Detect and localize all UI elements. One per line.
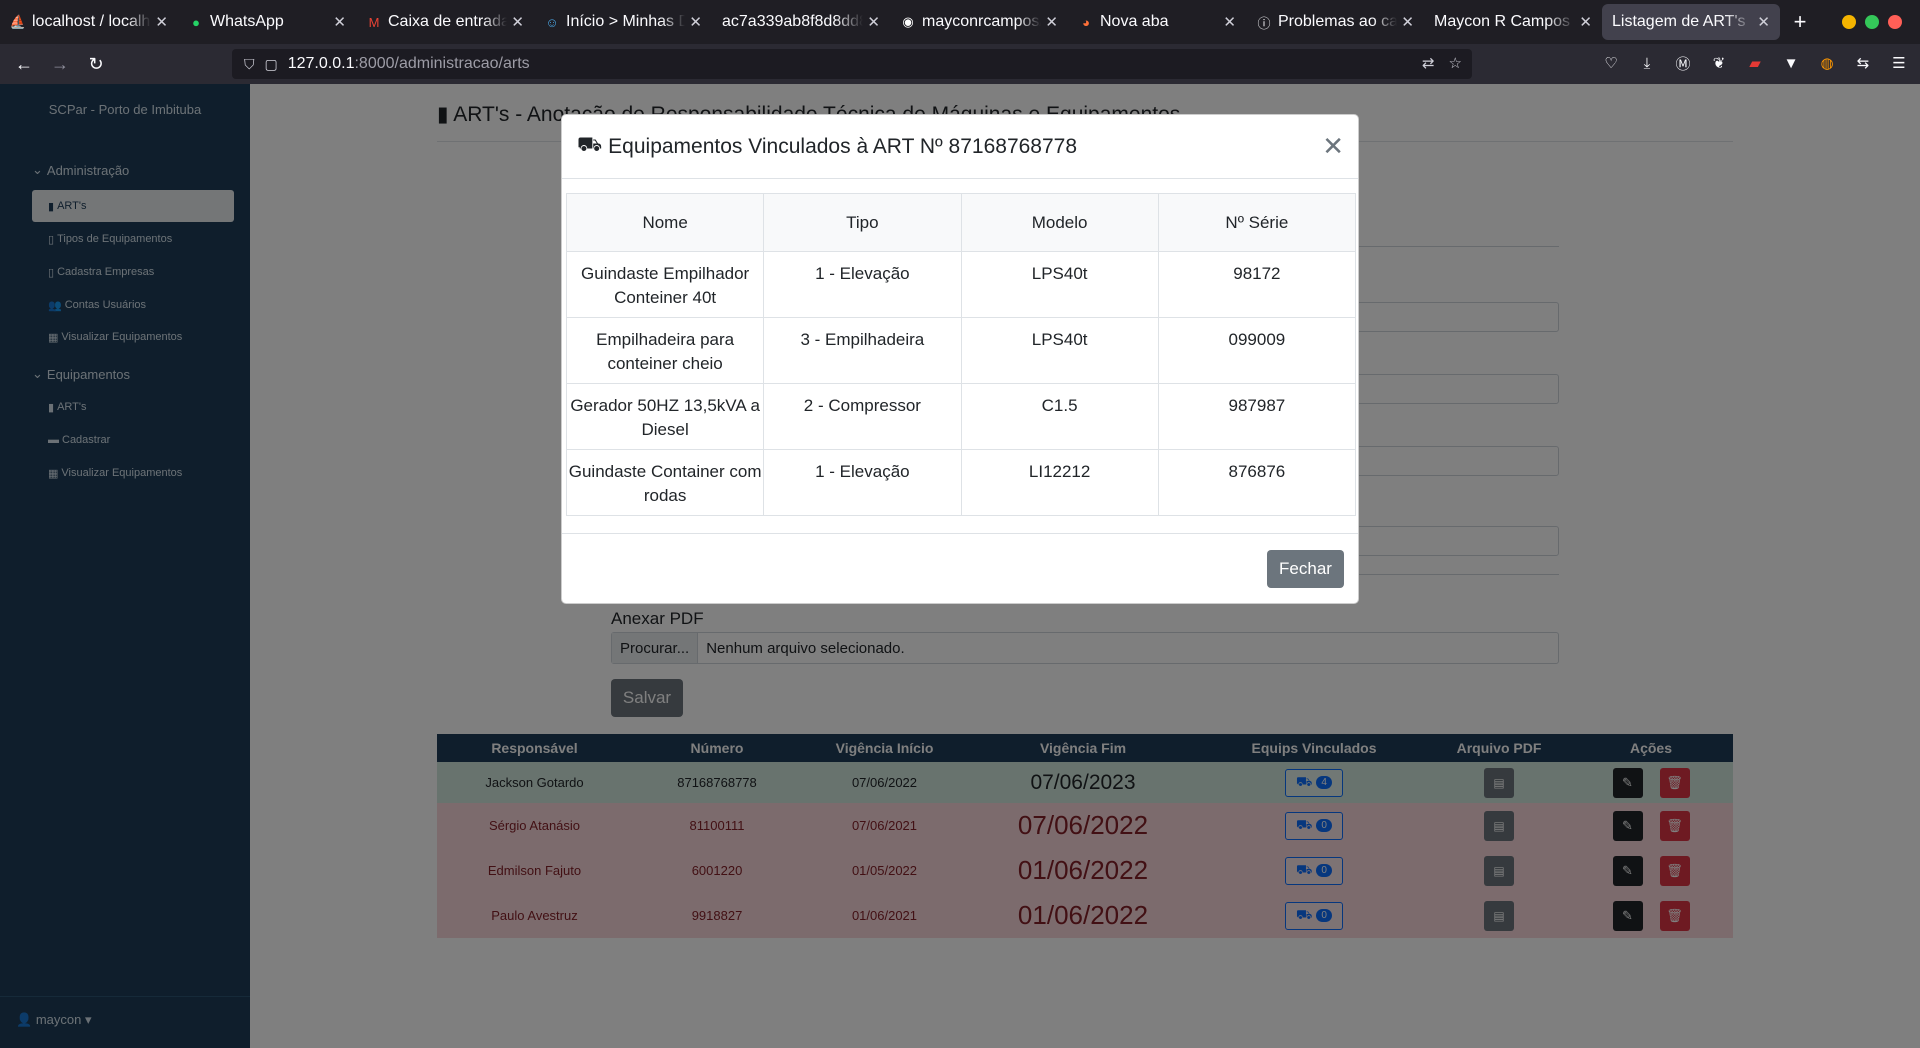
cell-serie: 98172 — [1157, 251, 1357, 318]
url-host: 127.0.0.1 — [287, 55, 355, 72]
close-button[interactable]: Fechar — [1267, 550, 1344, 588]
forward-arrow-icon[interactable]: → — [42, 54, 78, 75]
download-icon[interactable]: ⤓ — [1638, 54, 1656, 72]
modal-title: Equipamentos Vinculados à ART Nº 8716876… — [608, 134, 1078, 158]
close-tab-icon[interactable]: ✕ — [1223, 13, 1236, 31]
page-info-icon[interactable]: ▢ — [265, 56, 278, 73]
col-header: Modelo — [960, 193, 1159, 252]
cell-tipo: 1 - Elevação — [763, 251, 962, 318]
truck-icon: ⛟ — [577, 134, 603, 156]
cell-modelo: LPS40t — [960, 251, 1159, 318]
browser-tab[interactable]: ◉ mayconrcampos/ ✕ — [890, 0, 1068, 44]
cell-serie: 876876 — [1157, 449, 1357, 516]
maximize-button[interactable] — [1865, 15, 1879, 29]
cell-serie: 099009 — [1157, 317, 1357, 384]
browser-tab[interactable]: ☺ Início > Minhas Disciplinas ✕ — [534, 0, 712, 44]
phpmyadmin-icon: ⛵ — [9, 14, 27, 29]
extensions-toolbar: ♡ ⤓ Ⓜ ❦ ▰ ▼ ◍ ⇆ ☰ — [1602, 54, 1908, 73]
close-window-button[interactable] — [1888, 15, 1902, 29]
back-arrow-icon[interactable]: ← — [6, 54, 42, 75]
table-row: Guindaste Empilhador Conteiner 40t 1 - E… — [565, 251, 1357, 318]
close-tab-icon[interactable]: ✕ — [1045, 13, 1058, 31]
info-icon: ⓘ — [1257, 15, 1271, 31]
cell-serie: 987987 — [1157, 383, 1357, 450]
browser-tab[interactable]: ◕ Nova aba ✕ — [1068, 0, 1246, 44]
browser-tab[interactable]: Maycon R Campos | D ✕ — [1424, 0, 1602, 44]
browser-tab-active[interactable]: Listagem de ART's ✕ — [1602, 4, 1780, 40]
extension-orange-icon[interactable]: ◍ — [1818, 54, 1836, 72]
cell-tipo: 1 - Elevação — [763, 449, 962, 516]
window-controls — [1842, 15, 1902, 29]
firefox-icon: ◕ — [1082, 14, 1090, 30]
table-row: Gerador 50HZ 13,5kVA a Diesel 2 - Compre… — [565, 383, 1357, 450]
bookmark-star-icon[interactable]: ☆ — [1449, 54, 1462, 72]
browser-navbar: ← → ↻ ⛉ ▢ 127.0.0.1:8000/administracao/a… — [0, 44, 1920, 84]
close-tab-icon[interactable]: ✕ — [1579, 13, 1592, 31]
minimize-button[interactable] — [1842, 15, 1856, 29]
col-header: Tipo — [763, 193, 962, 252]
gmail-icon: M — [368, 14, 380, 30]
close-tab-icon[interactable]: ✕ — [333, 13, 346, 31]
moodle-icon: ☺ — [545, 14, 559, 30]
github-icon: ◉ — [902, 14, 914, 29]
extension-v-icon[interactable]: ▼ — [1782, 54, 1800, 72]
cell-tipo: 3 - Empilhadeira — [763, 317, 962, 384]
browser-tab[interactable]: ● WhatsApp ✕ — [178, 0, 356, 44]
close-tab-icon[interactable]: ✕ — [511, 13, 524, 31]
browser-tab[interactable]: ac7a339ab8f8d8dd8 ✕ — [712, 0, 890, 44]
col-header: Nº Série — [1157, 193, 1357, 252]
menu-icon[interactable]: ☰ — [1890, 54, 1908, 72]
modal-footer: Fechar — [562, 533, 1358, 603]
translate-icon[interactable]: ⇄ — [1422, 54, 1435, 72]
cell-tipo: 2 - Compressor — [763, 383, 962, 450]
new-tab-button[interactable]: + — [1780, 9, 1820, 35]
close-tab-icon[interactable]: ✕ — [1401, 13, 1414, 31]
pocket-icon[interactable]: ♡ — [1602, 54, 1620, 72]
extension-translate-icon[interactable]: ⇆ — [1854, 54, 1872, 72]
close-tab-icon[interactable]: ✕ — [867, 13, 880, 31]
browser-tab[interactable]: ⛵ localhost / localhost ✕ — [0, 0, 178, 44]
url-path: :8000/administracao/arts — [354, 55, 530, 72]
reload-icon[interactable]: ↻ — [78, 54, 114, 75]
browser-tab-bar: ⛵ localhost / localhost ✕ ● WhatsApp ✕ M… — [0, 0, 1920, 44]
cell-modelo: LPS40t — [960, 317, 1159, 384]
whatsapp-icon: ● — [192, 14, 200, 30]
table-row: Empilhadeira para conteiner cheio 3 - Em… — [565, 317, 1357, 384]
close-icon[interactable]: ✕ — [1322, 133, 1344, 159]
table-row: Guindaste Container com rodas 1 - Elevaç… — [565, 449, 1357, 516]
account-icon[interactable]: Ⓜ — [1674, 54, 1692, 73]
col-header: Nome — [565, 193, 765, 252]
cell-modelo: LI12212 — [960, 449, 1159, 516]
modal-body: Nome Tipo Modelo Nº Série Guindaste Empi… — [565, 193, 1357, 516]
cell-nome: Empilhadeira para conteiner cheio — [565, 317, 765, 384]
browser-tab[interactable]: ⓘ Problemas ao carregar ✕ — [1246, 0, 1424, 44]
cell-nome: Guindaste Container com rodas — [565, 449, 765, 516]
modal-header: ⛟ Equipamentos Vinculados à ART Nº 87168… — [562, 115, 1358, 179]
browser-tab[interactable]: M Caixa de entrada ✕ — [356, 0, 534, 44]
shield-icon[interactable]: ⛉ — [244, 56, 255, 73]
extension-icon[interactable]: ❦ — [1710, 54, 1728, 72]
close-tab-icon[interactable]: ✕ — [1757, 13, 1770, 31]
cell-nome: Gerador 50HZ 13,5kVA a Diesel — [565, 383, 765, 450]
page: SCPar - Porto de Imbituba ⌄ Administraçã… — [0, 84, 1920, 1048]
close-tab-icon[interactable]: ✕ — [155, 13, 168, 31]
close-tab-icon[interactable]: ✕ — [689, 13, 702, 31]
cell-modelo: C1.5 — [960, 383, 1159, 450]
url-bar[interactable]: ⛉ ▢ 127.0.0.1:8000/administracao/arts ⇄ … — [232, 49, 1472, 79]
linked-equipment-modal: ⛟ Equipamentos Vinculados à ART Nº 87168… — [561, 114, 1359, 604]
extension-red-icon[interactable]: ▰ — [1746, 54, 1764, 72]
table-header-row: Nome Tipo Modelo Nº Série — [565, 193, 1357, 252]
cell-nome: Guindaste Empilhador Conteiner 40t — [565, 251, 765, 318]
equipment-table: Nome Tipo Modelo Nº Série Guindaste Empi… — [565, 193, 1357, 516]
